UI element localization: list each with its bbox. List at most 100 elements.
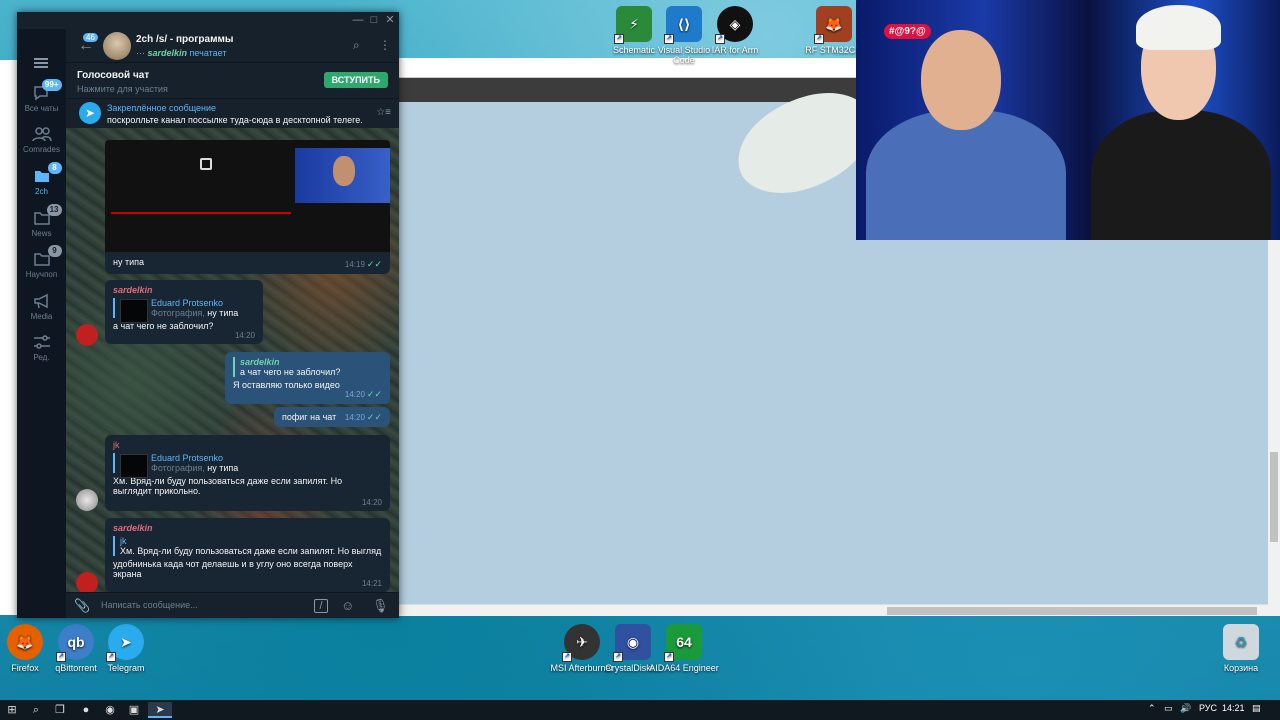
notifications-icon[interactable]: ▤ — [1252, 703, 1261, 714]
unread-badge: 13 — [46, 204, 62, 216]
reply-quote[interactable]: Eduard Protsenko Фотография, ну типа — [113, 453, 382, 478]
video-overlay[interactable]: #@9?@ — [856, 0, 1280, 240]
taskbar: ⊞ ⌕ ❐ ● ◉ ▣ ➤ ⌃ ▭ 🔊 РУС 14:21 ▤ — [0, 700, 1280, 720]
desktop-icon-aida64[interactable]: 64 ↗ AIDA64 Engineer — [646, 624, 722, 673]
read-checks-icon: ✓✓ — [366, 412, 382, 422]
scrollbar-thumb[interactable] — [1270, 452, 1278, 542]
typing-text: печатает — [189, 48, 227, 58]
message-author: sardelkin — [113, 523, 153, 533]
message-time: 14:21 — [361, 579, 382, 588]
minimize-icon[interactable]: — — [351, 13, 365, 27]
reply-quote[interactable]: Eduard Protsenko Фотография, ну типа — [113, 298, 255, 323]
message-time: 14:20 — [344, 390, 365, 399]
channel-logo: #@9?@ — [884, 24, 931, 39]
desktop-icon-telegram[interactable]: ➤ ↗ Telegram — [88, 624, 164, 673]
firefox-doc-icon: 🦊 ↗ — [814, 6, 852, 44]
join-voice-chat-button[interactable]: ВСТУПИТЬ — [323, 72, 388, 88]
folder-2ch[interactable]: 8 2ch — [17, 162, 66, 196]
folder-news[interactable]: 13 News — [17, 204, 66, 238]
message-time: 14:19 — [344, 260, 365, 269]
pinned-list-icon[interactable]: ☆≡ — [376, 107, 391, 118]
desktop-icon-label: Корзина — [1223, 663, 1259, 673]
pinned-text: поскролльте канал поссылке туда-сюда в д… — [107, 115, 362, 125]
recycle-bin-icon: ♻ — [1223, 624, 1259, 660]
taskbar-steam-icon[interactable]: ◉ — [98, 702, 122, 718]
maximize-icon[interactable]: □ — [367, 13, 381, 27]
folder-media[interactable]: Media — [17, 293, 66, 321]
desktop-icon-recycle-bin[interactable]: ♻ Корзина — [1203, 624, 1279, 673]
pip-icon — [200, 158, 212, 170]
message-text: удобнинька када чот делаешь и в углу оно… — [113, 559, 353, 579]
folder-all-chats[interactable]: 99+ Все чаты — [17, 79, 66, 113]
search-icon[interactable]: ⌕ — [24, 702, 48, 718]
avatar[interactable] — [76, 324, 98, 346]
close-icon[interactable]: ✕ — [383, 13, 397, 27]
folder-nauchpop[interactable]: 9 Научпоп — [17, 245, 66, 279]
more-vertical-icon[interactable]: ⋮ — [379, 38, 391, 52]
message-bubble-outgoing[interactable]: sardelkin а чат чего не заблочил? Я оста… — [225, 352, 390, 404]
voice-chat-title: Голосовой чат — [77, 70, 150, 81]
desktop-icon-iar[interactable]: ◈ ↗ IAR for Arm — [697, 6, 773, 55]
avatar[interactable] — [76, 572, 98, 592]
people-icon — [31, 126, 52, 142]
message-list[interactable]: ну типа 14:19 ✓✓ sardelkin Eduard Protsen… — [66, 128, 399, 592]
typing-user: sardelkin — [147, 48, 188, 58]
volume-icon[interactable]: 🔊 — [1180, 703, 1191, 714]
avatar[interactable] — [76, 489, 98, 511]
taskbar-telegram-icon[interactable]: ➤ — [148, 702, 172, 718]
desktop-icon-label: IAR for Arm — [711, 45, 759, 55]
message-bubble-outgoing[interactable]: пофиг на чат 14:20 ✓✓ — [274, 407, 390, 427]
message-author: jk — [113, 440, 120, 450]
chat-title: 2ch /s/ - программы — [136, 34, 234, 45]
pinned-message-bar[interactable]: ➤ Закреплённое сообщение поскролльте кан… — [66, 98, 399, 128]
reply-prefix: Фотография, — [151, 308, 205, 318]
message-input[interactable]: Написать сообщение... — [101, 600, 198, 610]
unread-badge: 8 — [47, 162, 62, 174]
message-bubble[interactable]: sardelkin Eduard Protsenko Фотография, н… — [105, 280, 263, 344]
folder-label: Media — [30, 312, 53, 321]
message-bubble[interactable]: sardelkin jk Хм. Вряд-ли буду пользовать… — [105, 518, 390, 592]
menu-icon[interactable] — [34, 58, 48, 68]
folder-icon: 9 — [32, 245, 62, 267]
message-composer[interactable]: 📎 Написать сообщение... / ☺ 🎙 — [66, 592, 399, 618]
message-bubble[interactable]: ну типа 14:19 ✓✓ — [105, 252, 390, 274]
reply-quote[interactable]: sardelkin а чат чего не заблочил? — [233, 357, 382, 377]
network-icon[interactable]: ▭ — [1164, 703, 1173, 714]
reply-text: Хм. Вряд-ли буду пользоваться даже если … — [120, 546, 382, 556]
attach-icon[interactable]: 📎 — [74, 598, 90, 614]
chat-avatar[interactable] — [103, 32, 131, 60]
folder-edit[interactable]: Ред. — [17, 334, 66, 362]
clock[interactable]: 14:21 — [1222, 703, 1245, 713]
emoji-icon[interactable]: ☺ — [341, 598, 354, 613]
horizontal-scrollbar[interactable] — [399, 604, 1269, 616]
message-author: sardelkin — [113, 285, 153, 295]
search-icon[interactable]: ⌕ — [353, 38, 360, 53]
megaphone-icon — [32, 293, 52, 309]
taskbar-app-icon[interactable]: ▣ — [122, 702, 146, 718]
windows-start-icon[interactable]: ⊞ — [0, 702, 24, 718]
video-progress-bar — [111, 212, 291, 214]
photo-attachment[interactable] — [105, 140, 390, 252]
tray-chevron-icon[interactable]: ⌃ — [1148, 703, 1156, 714]
chat-header[interactable]: ← 46 2ch /s/ - программы ··· sardelkin п… — [66, 29, 399, 62]
voice-chat-bar[interactable]: Голосовой чат Нажмите для участия ВСТУПИ… — [66, 62, 399, 98]
typing-status: ··· sardelkin печатает — [136, 48, 227, 58]
telegram-window: — □ ✕ 99+ Все чаты Comrades 8 2ch 13 New… — [17, 12, 399, 618]
commands-icon[interactable]: / — [314, 599, 328, 613]
message-bubble[interactable]: jk Eduard Protsenko Фотография, ну типа … — [105, 435, 390, 511]
taskbar-firefox-icon[interactable]: ● — [74, 702, 98, 718]
reply-text: ну типа — [207, 463, 239, 473]
reply-text: а чат чего не заблочил? — [240, 367, 341, 377]
webcam-thumbnail — [295, 148, 390, 203]
unread-badge: 9 — [47, 245, 62, 257]
unread-badge: 99+ — [41, 79, 62, 91]
window-titlebar[interactable]: — □ ✕ — [17, 12, 399, 29]
folder-comrades[interactable]: Comrades — [17, 126, 66, 154]
folders-sidebar: 99+ Все чаты Comrades 8 2ch 13 News 9 На… — [17, 29, 66, 618]
reply-quote[interactable]: jk Хм. Вряд-ли буду пользоваться даже ес… — [113, 536, 382, 556]
microphone-icon[interactable]: 🎙 — [372, 598, 389, 614]
task-view-icon[interactable]: ❐ — [48, 702, 72, 718]
video-person-right — [1091, 110, 1271, 240]
scrollbar-thumb[interactable] — [887, 607, 1257, 615]
language-indicator[interactable]: РУС — [1199, 703, 1217, 713]
